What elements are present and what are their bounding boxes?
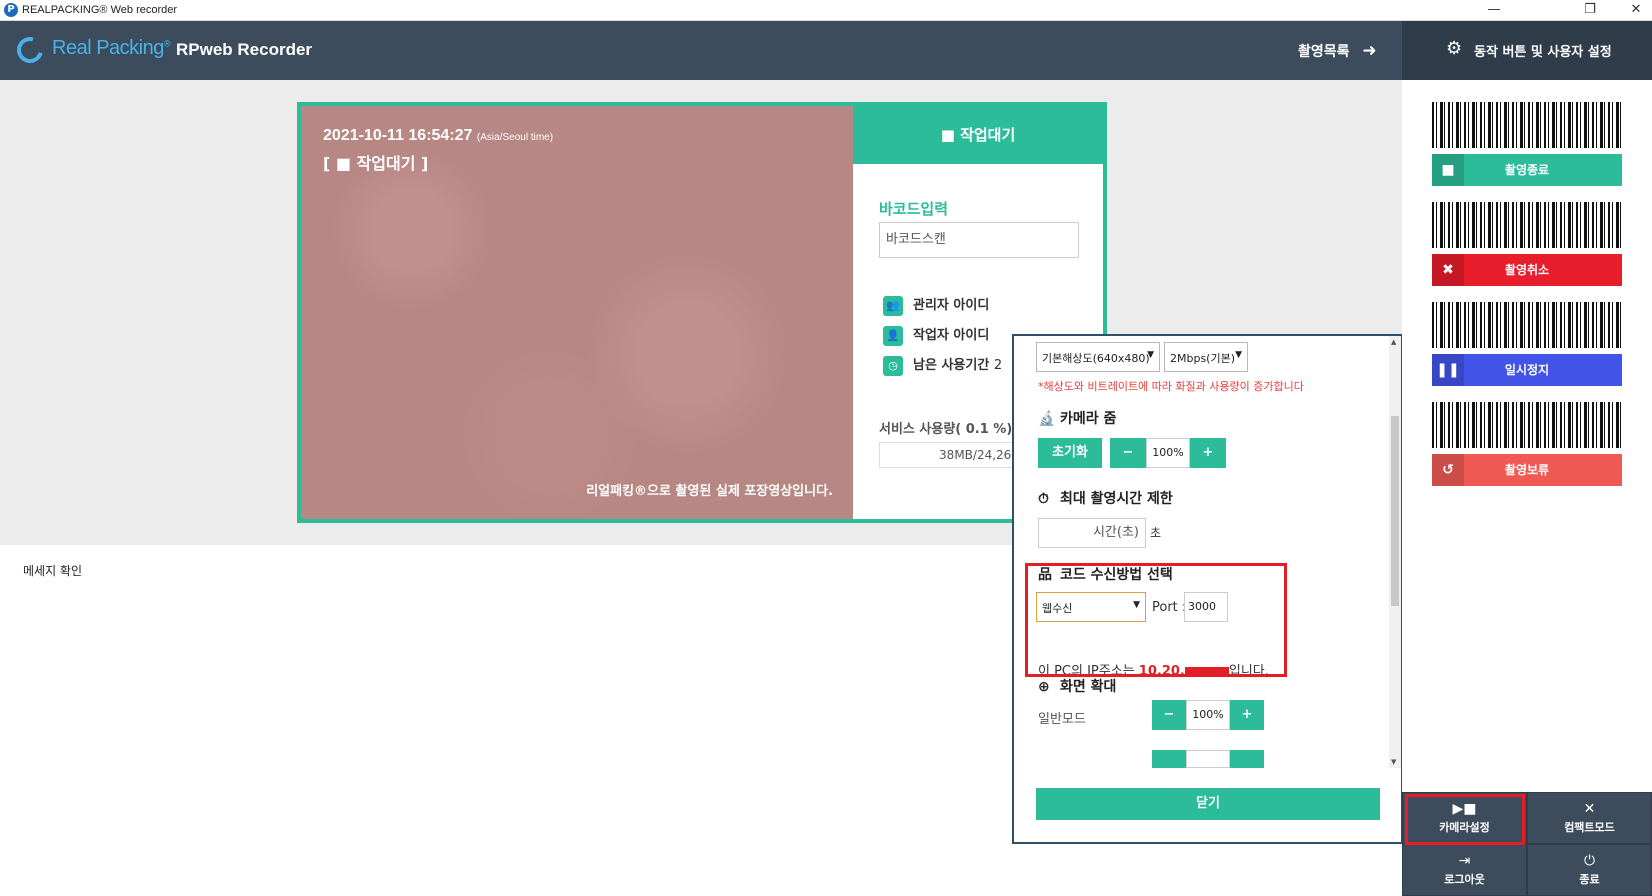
zoom-in-icon: ⊕	[1038, 679, 1050, 695]
screen-zoom-value: 100%	[1186, 700, 1230, 730]
normal-mode-label: 일반모드	[1038, 712, 1086, 727]
chevron-down-icon: ▼	[1235, 350, 1242, 360]
exit-button[interactable]: ⏻ 종료	[1527, 844, 1652, 896]
pause-button[interactable]: ❚❚ 일시정지	[1432, 354, 1622, 386]
admin-id-row: 👥 관리자 아이디	[883, 294, 989, 316]
compact-mode-button[interactable]: ✕ 컴팩트모드	[1527, 792, 1652, 844]
message-check: 메세지 확인	[23, 564, 83, 578]
settings-label: 동작 버튼 및 사용자 설정	[1474, 45, 1612, 60]
user-icon: 👤	[883, 325, 903, 346]
remaining-period-row: ◷ 남은 사용기간 2	[883, 354, 1002, 376]
logo-icon	[12, 32, 48, 68]
screen-zoom-value-2	[1186, 750, 1230, 768]
scroll-down-icon[interactable]: ▼	[1391, 758, 1396, 766]
zoom-reset-button[interactable]: 초기화	[1038, 438, 1102, 468]
restore-icon[interactable]: ❐	[1580, 2, 1600, 17]
users-icon: 👥	[883, 295, 903, 316]
popup-scroll-area[interactable]: 기본해상도(640x480) ▼ 2Mbps(기본) ▼ *해상도와 비트레이트에 …	[1014, 336, 1401, 768]
power-icon: ⏻	[1583, 853, 1596, 869]
camera-preview: 2021-10-11 16:54:27 (Asia/Seoul time) [ …	[301, 106, 853, 519]
stop-icon: ■	[1432, 154, 1464, 186]
barcode-image-stop	[1432, 102, 1622, 148]
app-icon: P	[4, 3, 18, 17]
screen-zoom-plus-button-2[interactable]	[1230, 750, 1264, 768]
usage-label: 서비스 사용량( 0.1 %)	[879, 422, 1013, 437]
recorder-stage: 2021-10-11 16:54:27 (Asia/Seoul time) [ …	[297, 102, 1107, 523]
stop-recording-button[interactable]: ■ 촬영종료	[1432, 154, 1622, 186]
video-timestamp: 2021-10-11 16:54:27 (Asia/Seoul time)	[323, 127, 554, 144]
highlight-box-code-method	[1025, 563, 1287, 677]
recording-list-link[interactable]: 촬영목록 ➜	[1298, 41, 1377, 61]
cancel-recording-button[interactable]: ✖ 촬영취소	[1432, 254, 1622, 286]
screen-zoom-minus-button-2[interactable]	[1152, 750, 1186, 768]
stopwatch-icon: ⏱	[1038, 491, 1049, 507]
logout-button[interactable]: ⇥ 로그아웃	[1402, 844, 1527, 896]
quality-warning: *해상도와 비트레이트에 따라 화질과 사용량이 증가합니다	[1038, 380, 1304, 393]
pause-icon: ❚❚	[1432, 354, 1464, 386]
barcode-label: 바코드입력	[879, 200, 949, 218]
video-status: [ ■ 작업대기 ]	[323, 154, 429, 173]
logo-text: Real Packing®	[52, 37, 170, 59]
screen-zoom-minus-button[interactable]: −	[1152, 700, 1186, 730]
arrow-right-icon: ➜	[1362, 41, 1377, 61]
sign-out-icon: ⇥	[1458, 853, 1471, 869]
max-time-input[interactable]: 시간(초)	[1038, 518, 1146, 548]
clock-icon: ◷	[883, 355, 903, 376]
time-unit: 초	[1150, 526, 1162, 540]
microscope-icon: 🔬	[1038, 411, 1056, 427]
bitrate-select[interactable]: 2Mbps(기본) ▼	[1164, 342, 1248, 372]
resolution-select[interactable]: 기본해상도(640x480) ▼	[1036, 342, 1160, 372]
zoom-value: 100%	[1146, 438, 1190, 468]
product-name: RPweb Recorder	[176, 40, 313, 59]
zoom-minus-button[interactable]: −	[1110, 438, 1146, 468]
zoom-plus-button[interactable]: +	[1190, 438, 1226, 468]
camera-zoom-title: 🔬 카메라 줌	[1038, 411, 1117, 427]
gear-icon: ⚙	[1446, 38, 1463, 59]
history-icon: ↺	[1432, 454, 1464, 486]
scroll-up-icon[interactable]: ▲	[1391, 338, 1396, 346]
x-icon: ✖	[1432, 254, 1464, 286]
work-status-header: ■ 작업대기	[853, 106, 1103, 164]
worker-id-row: 👤 작업자 아이디	[883, 324, 989, 346]
chevron-down-icon: ▼	[1147, 350, 1154, 360]
app-header: Real Packing® RPweb Recorder 촬영목록 ➜ ⚙ 동작…	[0, 21, 1652, 80]
video-caption: 리얼패킹®으로 촬영된 실제 포장영상입니다.	[586, 484, 833, 499]
compress-icon: ✕	[1583, 801, 1596, 817]
screen-zoom-plus-button[interactable]: +	[1230, 700, 1264, 730]
popup-scrollbar[interactable]: ▲ ▼	[1389, 336, 1401, 768]
settings-header[interactable]: ⚙ 동작 버튼 및 사용자 설정	[1402, 21, 1652, 80]
minimize-icon[interactable]: —	[1484, 2, 1504, 17]
window-titlebar: P REALPACKING® Web recorder — ❐ ✕	[0, 0, 1652, 21]
barcode-input[interactable]: 바코드스캔	[879, 222, 1079, 258]
window-title: REALPACKING® Web recorder	[22, 4, 178, 16]
screen-zoom-title: ⊕ 화면 확대	[1038, 679, 1117, 695]
max-time-title: ⏱ 최대 촬영시간 제한	[1038, 491, 1173, 507]
hold-recording-button[interactable]: ↺ 촬영보류	[1432, 454, 1622, 486]
barcode-image-cancel	[1432, 202, 1622, 248]
action-sidebar: ■ 촬영종료 ✖ 촬영취소 ❚❚ 일시정지 ↺ 촬영보류	[1402, 80, 1652, 792]
close-window-icon[interactable]: ✕	[1626, 2, 1646, 17]
barcode-image-pause	[1432, 302, 1622, 348]
barcode-image-hold	[1432, 402, 1622, 448]
scroll-thumb[interactable]	[1391, 416, 1399, 606]
highlight-box-camera-settings	[1405, 794, 1525, 845]
popup-close-button[interactable]: 닫기	[1036, 788, 1380, 820]
